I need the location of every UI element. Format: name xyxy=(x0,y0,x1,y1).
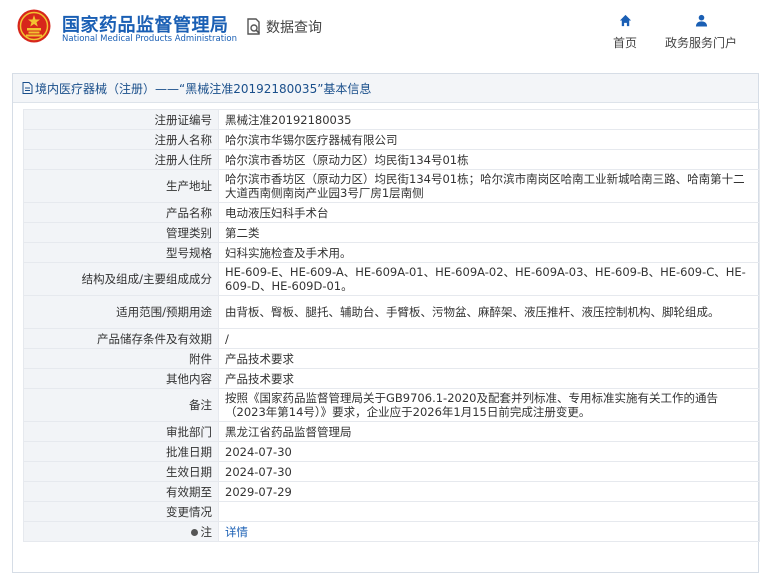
panel-title-bar: 境内医疗器械（注册）——“黑械注准20192180035”基本信息 xyxy=(13,74,758,103)
table-row: 其他内容 产品技术要求 xyxy=(23,368,760,389)
table-row: 审批部门 黑龙江省药品监督管理局 xyxy=(23,421,760,442)
field-value: 2024-07-30 xyxy=(218,441,760,462)
field-label: 变更情况 xyxy=(23,501,219,522)
field-label: 型号规格 xyxy=(23,242,219,263)
search-document-icon xyxy=(247,18,261,35)
field-value: 电动液压妇科手术台 xyxy=(218,202,760,223)
table-row: 产品储存条件及有效期 / xyxy=(23,328,760,349)
field-value: 哈尔滨市香坊区（原动力区）均民街134号01栋；哈尔滨市南岗区哈南工业新城哈南三… xyxy=(218,169,760,203)
note-label: 注 xyxy=(200,524,213,539)
field-value xyxy=(218,501,760,522)
site-header: 国家药品监督管理局 National Medical Products Admi… xyxy=(0,0,761,62)
nav-government-services-label: 政务服务门户 xyxy=(664,36,737,50)
field-value: 产品技术要求 xyxy=(218,368,760,389)
table-row: 有效期至 2029-07-29 xyxy=(23,481,760,502)
bullet-icon xyxy=(190,528,198,536)
table-row: 备注 按照《国家药品监督管理局关于GB9706.1-2020及配套并列标准、专用标… xyxy=(23,388,760,422)
table-row: 变更情况 xyxy=(23,501,760,522)
field-value: 由背板、臀板、腿托、辅助台、手臂板、污物盆、麻醉架、液压推杆、液压控制机构、脚轮… xyxy=(218,295,760,329)
data-query-label: 数据查询 xyxy=(266,20,322,36)
table-row: 结构及组成/主要组成成分 HE-609-E、HE-609-A、HE-609A-01… xyxy=(23,262,760,296)
table-row: 管理类别 第二类 xyxy=(23,222,760,243)
table-row: 生效日期 2024-07-30 xyxy=(23,461,760,482)
field-value: / xyxy=(218,328,760,349)
field-label: 备注 xyxy=(23,388,219,422)
note-label-cell: 注 xyxy=(23,521,219,542)
document-icon xyxy=(22,82,33,94)
field-label: 附件 xyxy=(23,348,219,369)
field-label: 管理类别 xyxy=(23,222,219,243)
field-label: 有效期至 xyxy=(23,481,219,502)
field-label: 产品储存条件及有效期 xyxy=(23,328,219,349)
table-row: 批准日期 2024-07-30 xyxy=(23,441,760,462)
table-row: 附件 产品技术要求 xyxy=(23,348,760,369)
field-label: 其他内容 xyxy=(23,368,219,389)
field-label: 注册证编号 xyxy=(23,109,219,130)
note-value-cell: 详情 xyxy=(218,521,760,542)
nav-home[interactable]: 首页 xyxy=(607,12,643,51)
field-value: 按照《国家药品监督管理局关于GB9706.1-2020及配套并列标准、专用标准实… xyxy=(218,388,760,422)
field-value: 妇科实施检查及手术用。 xyxy=(218,242,760,263)
panel-title: 境内医疗器械（注册）——“黑械注准20192180035”基本信息 xyxy=(35,81,372,96)
field-value: 产品技术要求 xyxy=(218,348,760,369)
user-icon xyxy=(695,14,707,27)
field-value: 2029-07-29 xyxy=(218,481,760,502)
field-value: 2024-07-30 xyxy=(218,461,760,482)
data-query-link[interactable]: 数据查询 xyxy=(246,17,322,37)
home-icon xyxy=(619,14,631,27)
table-row: 产品名称 电动液压妇科手术台 xyxy=(23,202,760,223)
field-value: 黑械注准20192180035 xyxy=(218,109,760,130)
field-label: 批准日期 xyxy=(23,441,219,462)
table-row: 生产地址 哈尔滨市香坊区（原动力区）均民街134号01栋；哈尔滨市南岗区哈南工业新… xyxy=(23,169,760,203)
field-label: 产品名称 xyxy=(23,202,219,223)
table-row: 型号规格 妇科实施检查及手术用。 xyxy=(23,242,760,263)
national-emblem-logo xyxy=(17,9,51,43)
field-label: 适用范围/预期用途 xyxy=(23,295,219,329)
field-value: HE-609-E、HE-609-A、HE-609A-01、HE-609A-02、… xyxy=(218,262,760,296)
field-value: 黑龙江省药品监督管理局 xyxy=(218,421,760,442)
details-link[interactable]: 详情 xyxy=(225,525,248,539)
field-label: 结构及组成/主要组成成分 xyxy=(23,262,219,296)
site-subtitle: National Medical Products Administration xyxy=(62,34,237,44)
registration-info-table: 注册证编号 黑械注准20192180035 注册人名称 哈尔滨市华锡尔医疗器械有限公司… xyxy=(23,109,760,542)
device-info-panel: 境内医疗器械（注册）——“黑械注准20192180035”基本信息 注册证编号黑… xyxy=(12,73,760,573)
field-value: 第二类 xyxy=(218,222,760,243)
table-row-note: 注详情 xyxy=(23,521,760,542)
table-row: 注册证编号 黑械注准20192180035 xyxy=(23,109,760,130)
field-label: 审批部门 xyxy=(23,421,219,442)
table-row: 注册人住所 哈尔滨市香坊区（原动力区）均民街134号01栋 xyxy=(23,149,760,170)
field-label: 生效日期 xyxy=(23,461,219,482)
nav-government-services[interactable]: 政务服务门户 xyxy=(659,12,743,51)
nav-home-label: 首页 xyxy=(612,36,637,50)
field-label: 生产地址 xyxy=(23,169,219,203)
field-label: 注册人名称 xyxy=(23,129,219,150)
table-row: 适用范围/预期用途 由背板、臀板、腿托、辅助台、手臂板、污物盆、麻醉架、液压推杆、… xyxy=(23,295,760,329)
field-value: 哈尔滨市香坊区（原动力区）均民街134号01栋 xyxy=(218,149,760,170)
table-row: 注册人名称 哈尔滨市华锡尔医疗器械有限公司 xyxy=(23,129,760,150)
field-label: 注册人住所 xyxy=(23,149,219,170)
field-value: 哈尔滨市华锡尔医疗器械有限公司 xyxy=(218,129,760,150)
